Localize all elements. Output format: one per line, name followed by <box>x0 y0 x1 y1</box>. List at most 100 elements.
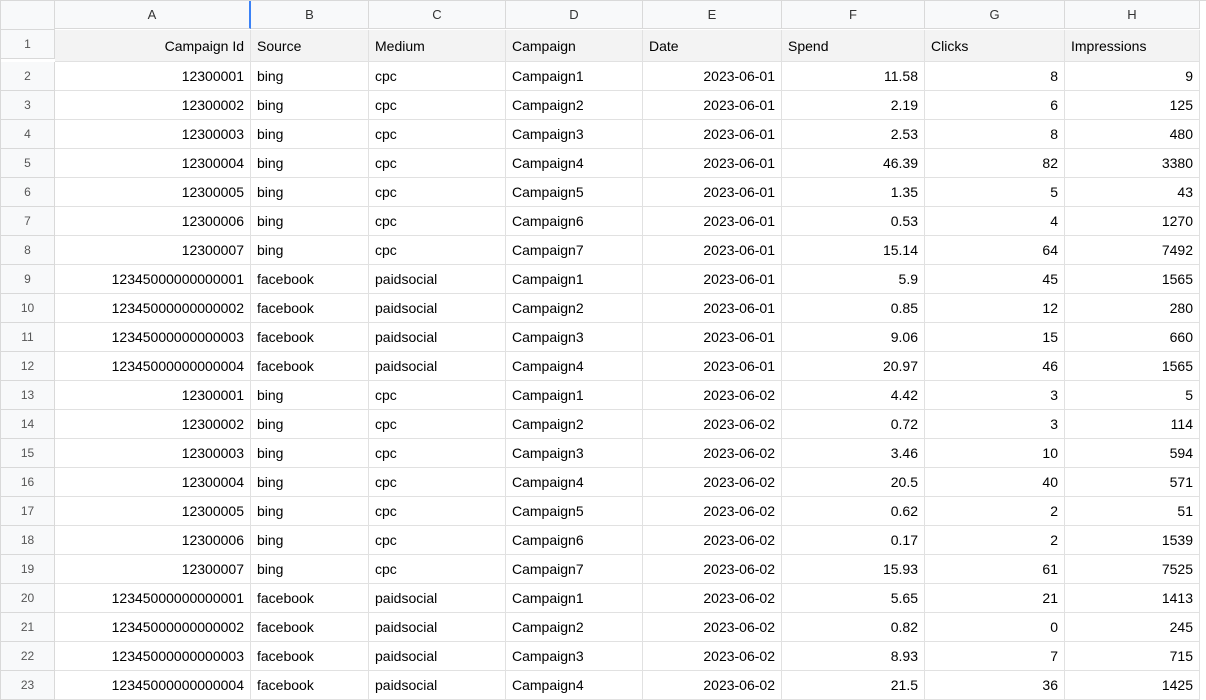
header-cell-C[interactable]: Medium <box>369 30 506 62</box>
cell-G14[interactable]: 3 <box>925 410 1065 439</box>
cell-D10[interactable]: Campaign2 <box>506 294 643 323</box>
cell-A19[interactable]: 12300007 <box>55 555 251 584</box>
row-header-14[interactable]: 14 <box>1 410 55 439</box>
cell-B9[interactable]: facebook <box>251 265 369 294</box>
cell-G2[interactable]: 8 <box>925 62 1065 91</box>
cell-C17[interactable]: cpc <box>369 497 506 526</box>
cell-H16[interactable]: 571 <box>1065 468 1200 497</box>
cell-B5[interactable]: bing <box>251 149 369 178</box>
cell-H22[interactable]: 715 <box>1065 642 1200 671</box>
cell-F2[interactable]: 11.58 <box>782 62 925 91</box>
cell-E10[interactable]: 2023-06-01 <box>643 294 782 323</box>
cell-G17[interactable]: 2 <box>925 497 1065 526</box>
row-header-4[interactable]: 4 <box>1 120 55 149</box>
cell-G11[interactable]: 15 <box>925 323 1065 352</box>
cell-G3[interactable]: 6 <box>925 91 1065 120</box>
cell-A14[interactable]: 12300002 <box>55 410 251 439</box>
cell-D6[interactable]: Campaign5 <box>506 178 643 207</box>
cell-B13[interactable]: bing <box>251 381 369 410</box>
cell-C3[interactable]: cpc <box>369 91 506 120</box>
cell-D3[interactable]: Campaign2 <box>506 91 643 120</box>
cell-C15[interactable]: cpc <box>369 439 506 468</box>
cell-B6[interactable]: bing <box>251 178 369 207</box>
cell-C4[interactable]: cpc <box>369 120 506 149</box>
cell-F20[interactable]: 5.65 <box>782 584 925 613</box>
cell-A22[interactable]: 12345000000000003 <box>55 642 251 671</box>
cell-D15[interactable]: Campaign3 <box>506 439 643 468</box>
cell-D13[interactable]: Campaign1 <box>506 381 643 410</box>
cell-B21[interactable]: facebook <box>251 613 369 642</box>
cell-F3[interactable]: 2.19 <box>782 91 925 120</box>
cell-H8[interactable]: 7492 <box>1065 236 1200 265</box>
cell-F12[interactable]: 20.97 <box>782 352 925 381</box>
cell-F21[interactable]: 0.82 <box>782 613 925 642</box>
cell-F15[interactable]: 3.46 <box>782 439 925 468</box>
cell-H19[interactable]: 7525 <box>1065 555 1200 584</box>
cell-E23[interactable]: 2023-06-02 <box>643 671 782 700</box>
cell-C6[interactable]: cpc <box>369 178 506 207</box>
cell-G22[interactable]: 7 <box>925 642 1065 671</box>
cell-G21[interactable]: 0 <box>925 613 1065 642</box>
cell-B16[interactable]: bing <box>251 468 369 497</box>
column-header-F[interactable]: F <box>782 1 925 29</box>
cell-H17[interactable]: 51 <box>1065 497 1200 526</box>
cell-H3[interactable]: 125 <box>1065 91 1200 120</box>
cell-E16[interactable]: 2023-06-02 <box>643 468 782 497</box>
cell-C9[interactable]: paidsocial <box>369 265 506 294</box>
cell-D18[interactable]: Campaign6 <box>506 526 643 555</box>
cell-D14[interactable]: Campaign2 <box>506 410 643 439</box>
cell-A20[interactable]: 12345000000000001 <box>55 584 251 613</box>
header-cell-D[interactable]: Campaign <box>506 30 643 62</box>
cell-E4[interactable]: 2023-06-01 <box>643 120 782 149</box>
cell-H6[interactable]: 43 <box>1065 178 1200 207</box>
cell-C21[interactable]: paidsocial <box>369 613 506 642</box>
cell-G16[interactable]: 40 <box>925 468 1065 497</box>
cell-E12[interactable]: 2023-06-01 <box>643 352 782 381</box>
cell-G12[interactable]: 46 <box>925 352 1065 381</box>
cell-H14[interactable]: 114 <box>1065 410 1200 439</box>
row-header-13[interactable]: 13 <box>1 381 55 410</box>
cell-A5[interactable]: 12300004 <box>55 149 251 178</box>
cell-D12[interactable]: Campaign4 <box>506 352 643 381</box>
cell-C23[interactable]: paidsocial <box>369 671 506 700</box>
cell-G6[interactable]: 5 <box>925 178 1065 207</box>
cell-F19[interactable]: 15.93 <box>782 555 925 584</box>
column-header-D[interactable]: D <box>506 1 643 29</box>
cell-B15[interactable]: bing <box>251 439 369 468</box>
header-cell-A[interactable]: Campaign Id <box>55 30 251 62</box>
column-header-A[interactable]: A <box>55 1 251 29</box>
cell-H20[interactable]: 1413 <box>1065 584 1200 613</box>
cell-B3[interactable]: bing <box>251 91 369 120</box>
row-header-18[interactable]: 18 <box>1 526 55 555</box>
cell-E7[interactable]: 2023-06-01 <box>643 207 782 236</box>
cell-H5[interactable]: 3380 <box>1065 149 1200 178</box>
cell-A8[interactable]: 12300007 <box>55 236 251 265</box>
cell-D9[interactable]: Campaign1 <box>506 265 643 294</box>
cell-B20[interactable]: facebook <box>251 584 369 613</box>
cell-F23[interactable]: 21.5 <box>782 671 925 700</box>
cell-E14[interactable]: 2023-06-02 <box>643 410 782 439</box>
cell-C20[interactable]: paidsocial <box>369 584 506 613</box>
cell-H10[interactable]: 280 <box>1065 294 1200 323</box>
row-header-23[interactable]: 23 <box>1 671 55 700</box>
cell-D19[interactable]: Campaign7 <box>506 555 643 584</box>
cell-C8[interactable]: cpc <box>369 236 506 265</box>
cell-E2[interactable]: 2023-06-01 <box>643 62 782 91</box>
cell-F10[interactable]: 0.85 <box>782 294 925 323</box>
cell-G19[interactable]: 61 <box>925 555 1065 584</box>
header-cell-F[interactable]: Spend <box>782 30 925 62</box>
cell-C22[interactable]: paidsocial <box>369 642 506 671</box>
cell-H9[interactable]: 1565 <box>1065 265 1200 294</box>
cell-H13[interactable]: 5 <box>1065 381 1200 410</box>
cell-E3[interactable]: 2023-06-01 <box>643 91 782 120</box>
header-cell-G[interactable]: Clicks <box>925 30 1065 62</box>
cell-F18[interactable]: 0.17 <box>782 526 925 555</box>
cell-F7[interactable]: 0.53 <box>782 207 925 236</box>
cell-C7[interactable]: cpc <box>369 207 506 236</box>
column-header-C[interactable]: C <box>369 1 506 29</box>
cell-B14[interactable]: bing <box>251 410 369 439</box>
column-header-G[interactable]: G <box>925 1 1065 29</box>
cell-E18[interactable]: 2023-06-02 <box>643 526 782 555</box>
row-header-16[interactable]: 16 <box>1 468 55 497</box>
cell-E8[interactable]: 2023-06-01 <box>643 236 782 265</box>
